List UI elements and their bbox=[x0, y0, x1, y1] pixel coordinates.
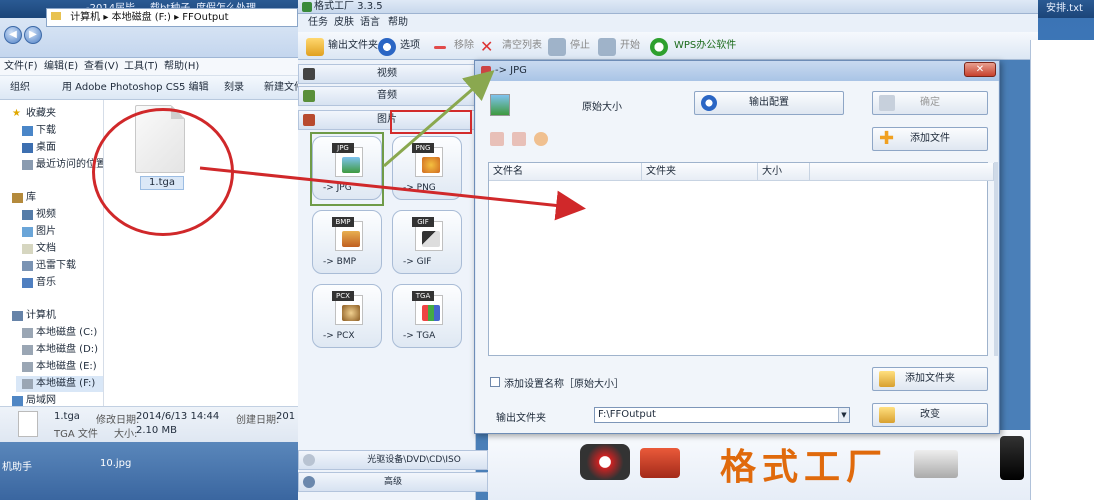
green-arrow bbox=[383, 70, 495, 168]
red-arrow bbox=[199, 166, 586, 221]
annotation-arrows bbox=[199, 70, 586, 221]
